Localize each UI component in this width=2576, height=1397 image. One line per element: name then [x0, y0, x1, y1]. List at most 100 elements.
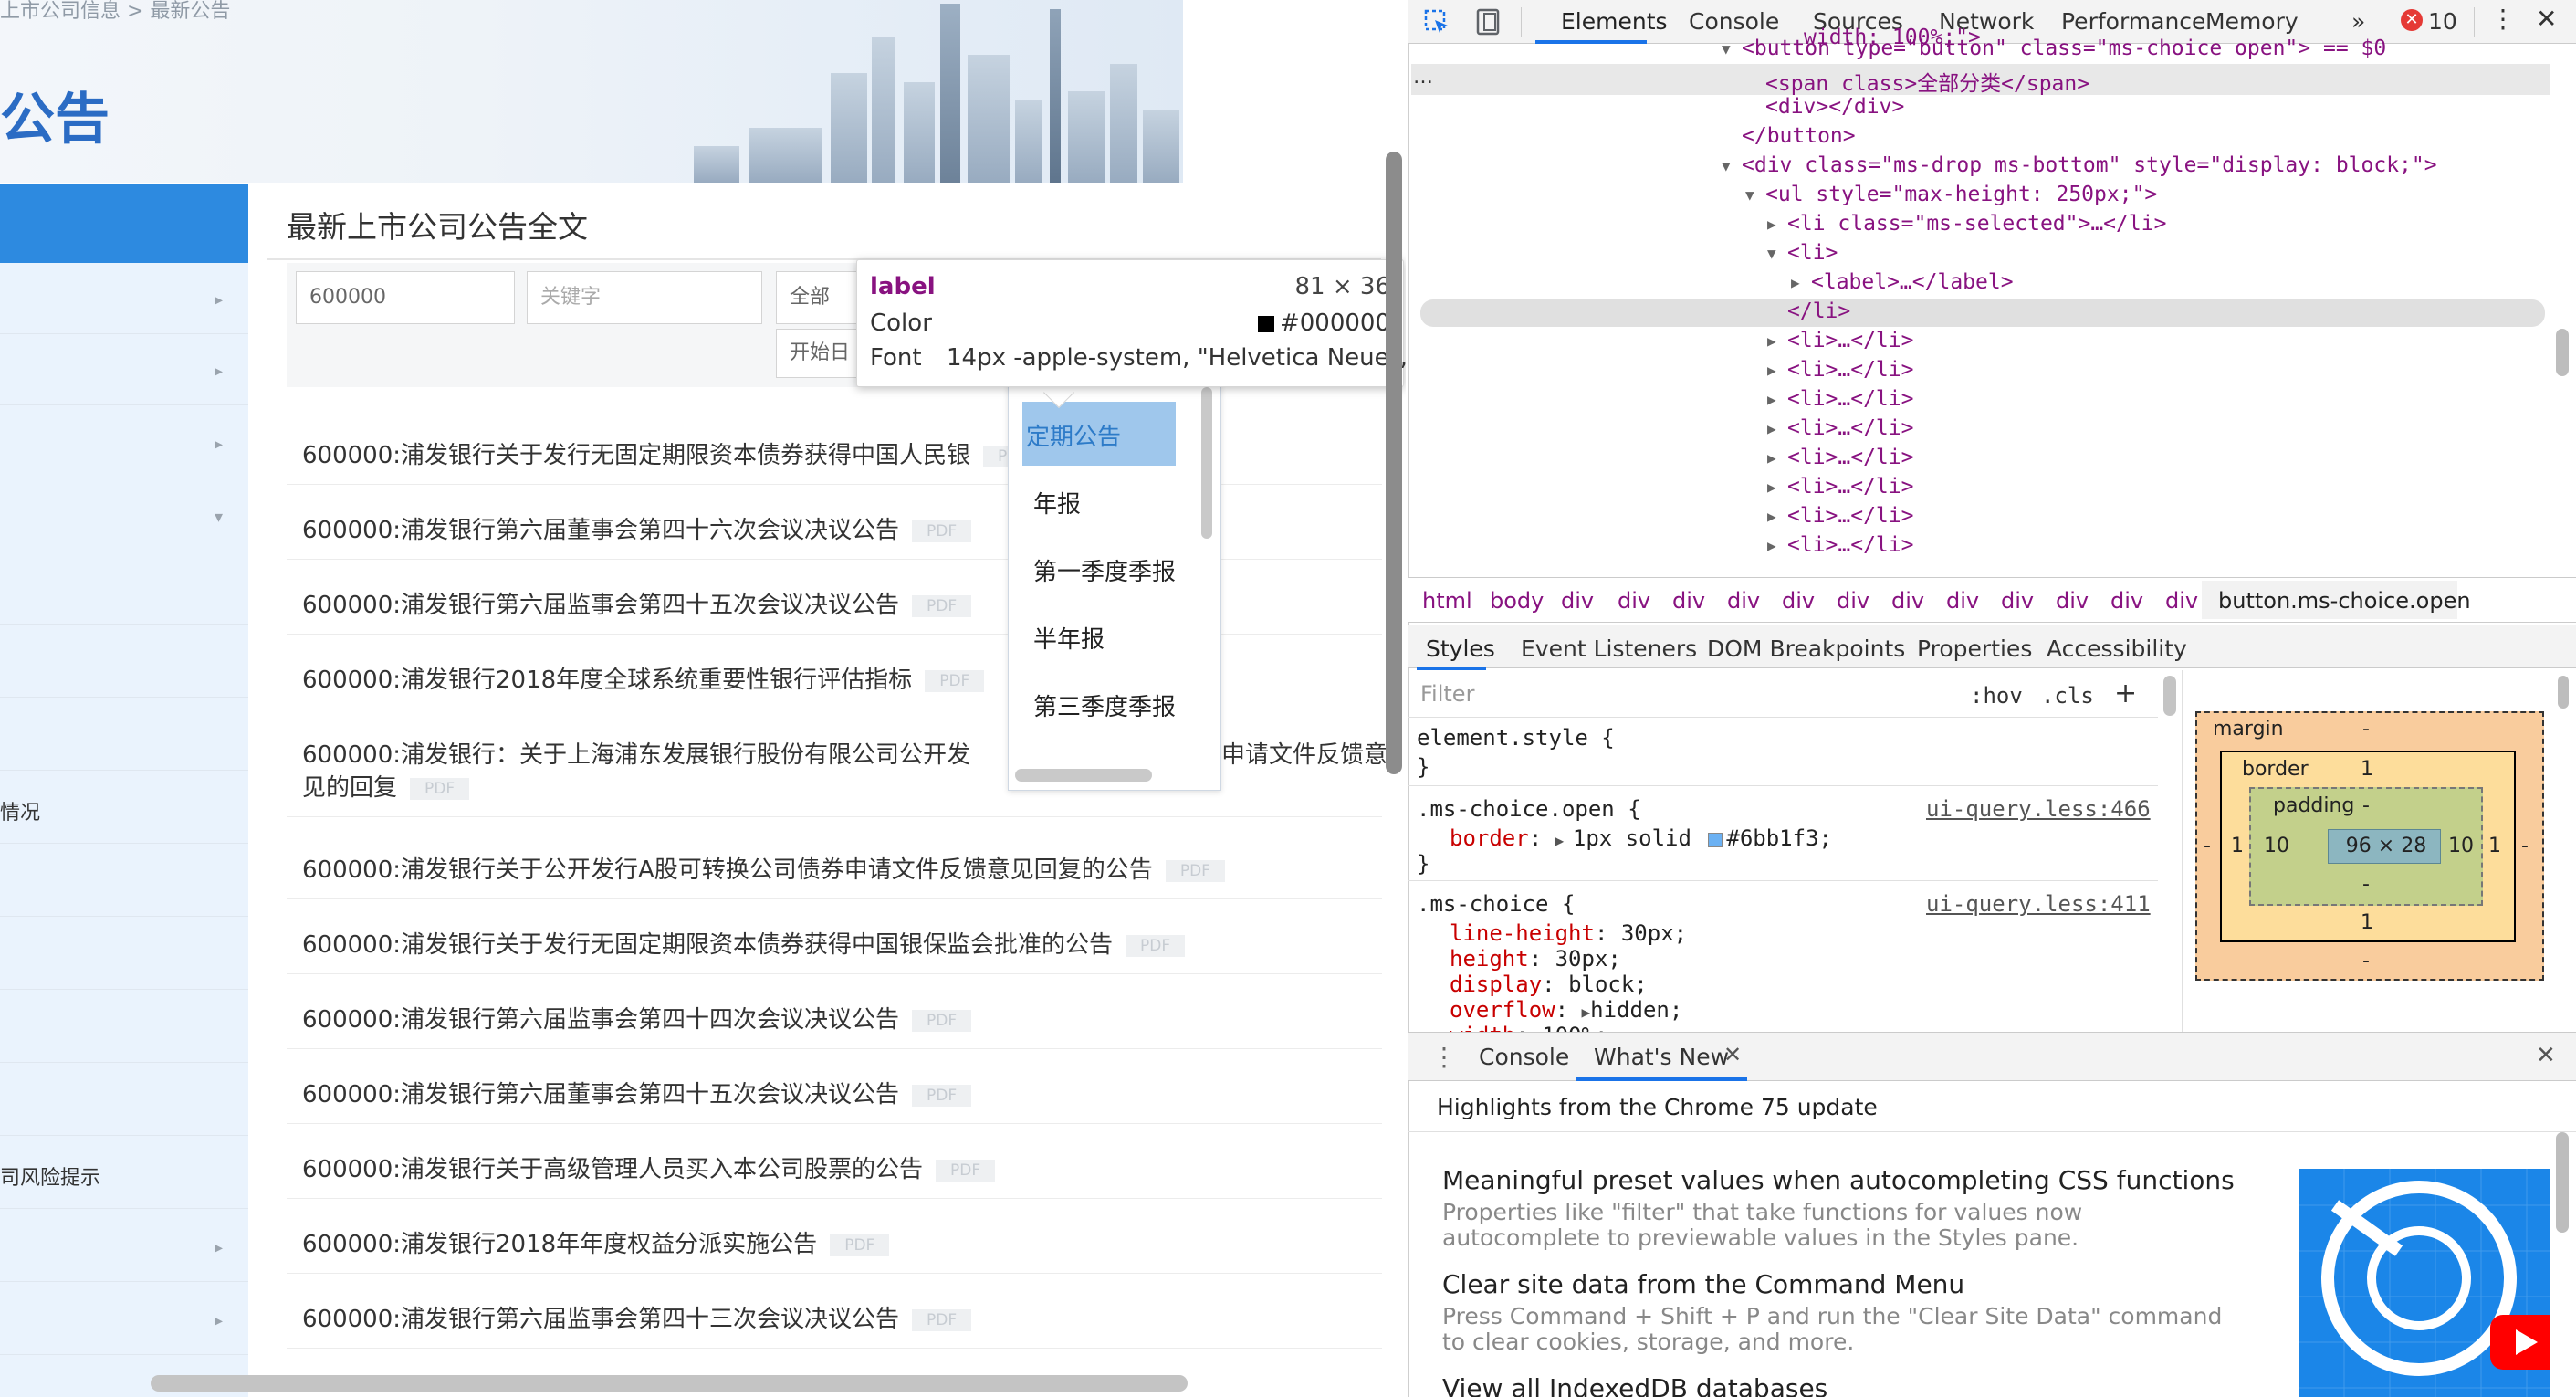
drawer-tab-console[interactable]: Console [1479, 1044, 1569, 1070]
expand-arrow-icon[interactable]: ▼ [1767, 245, 1776, 262]
nav-item[interactable] [0, 626, 248, 698]
css-selector[interactable]: .ms-choice { [1417, 891, 1575, 917]
nav-item[interactable] [0, 553, 248, 625]
color-swatch-icon[interactable] [1708, 833, 1723, 847]
news-title[interactable]: Clear site data from the Command Menu [1442, 1269, 1964, 1299]
dropdown-option[interactable]: 半年报 [1033, 621, 1105, 655]
styles-subtab[interactable]: Styles [1426, 635, 1495, 662]
css-declaration[interactable]: height: 30px; [1450, 946, 1621, 972]
close-tab-icon[interactable]: ✕ [1723, 1042, 1742, 1067]
expand-arrow-icon[interactable]: ▶ [1767, 332, 1776, 350]
pdf-badge[interactable]: PDF [925, 669, 985, 692]
devtools-tab[interactable]: Elements [1561, 8, 1668, 35]
css-declaration[interactable]: overflow: ▶hidden; [1450, 997, 1682, 1023]
cls-toggle[interactable]: .cls [2041, 683, 2094, 709]
announcement-link[interactable]: 600000:浦发银行第六届监事会第四十三次会议决议公告 PDF [302, 1300, 972, 1334]
announcement-link[interactable]: 600000:浦发银行第六届监事会第四十四次会议决议公告 PDF [302, 1001, 972, 1035]
expand-arrow-icon[interactable]: ▶ [1582, 1003, 1591, 1021]
announcement-link[interactable]: 600000:浦发银行：关于上海浦东发展银行股份有限公司公开发 [302, 736, 970, 770]
devtools-tab[interactable]: Console [1689, 8, 1779, 35]
dom-node[interactable]: </li> [1787, 299, 1850, 323]
dom-crumb[interactable]: div [1727, 588, 1760, 614]
news-title[interactable]: Meaningful preset values when autocomple… [1442, 1165, 2235, 1195]
dom-node[interactable]: </button> [1742, 124, 1856, 148]
error-count[interactable]: 10 [2428, 8, 2457, 35]
dom-crumb[interactable]: div [1618, 588, 1650, 614]
styles-subtab[interactable]: Properties [1917, 635, 2032, 662]
dom-node[interactable]: ▼ <button type="button" class="ms-choice … [1722, 37, 2386, 60]
expand-arrow-icon[interactable]: ▶ [1767, 391, 1776, 408]
dom-crumb[interactable]: body [1490, 588, 1544, 614]
devtools-tab[interactable]: Memory [2205, 8, 2299, 35]
announcement-link[interactable]: 600000:浦发银行关于公开发行A股可转换公司债券申请文件反馈意见回复的公告 P… [302, 851, 1225, 885]
expand-arrow-icon[interactable]: ▼ [1722, 157, 1731, 174]
css-declaration[interactable]: line-height: 30px; [1450, 920, 1687, 946]
announcement-title-tail[interactable]: 申请文件反馈意 [1221, 736, 1387, 770]
expand-arrow-icon[interactable]: ▶ [1767, 420, 1776, 437]
new-rule-button[interactable]: + [2114, 677, 2137, 709]
inspect-element-icon[interactable] [1424, 9, 1451, 37]
expand-arrow-icon[interactable]: ▶ [1767, 215, 1776, 233]
announcement-link[interactable]: 600000:浦发银行关于高级管理人员买入本公司股票的公告 PDF [302, 1150, 996, 1184]
start-date-input[interactable]: 开始日 [776, 329, 867, 378]
nav-item[interactable] [0, 846, 248, 917]
dom-crumb[interactable]: div [2056, 588, 2089, 614]
error-icon[interactable]: ✕ [2401, 9, 2423, 31]
dom-node[interactable]: ▶ <li>…</li> [1767, 533, 1913, 557]
styles-subtab[interactable]: DOM Breakpoints [1707, 635, 1905, 662]
expand-arrow-icon[interactable]: ▶ [1767, 508, 1776, 525]
announcement-link[interactable]: 600000:浦发银行第六届监事会第四十五次会议决议公告 PDF [302, 586, 972, 620]
page-vertical-scrollbar[interactable] [1386, 152, 1402, 774]
announcement-link[interactable]: 600000:浦发银行第六届董事会第四十六次会议决议公告 PDF [302, 511, 972, 545]
dom-node[interactable]: ▶ <li>…</li> [1767, 504, 1913, 528]
dom-node[interactable]: ▶ <li>…</li> [1767, 475, 1913, 499]
nav-item[interactable] [0, 1065, 248, 1136]
styles-subtab[interactable]: Accessibility [2047, 635, 2187, 662]
nav-item[interactable] [0, 699, 248, 771]
pdf-badge[interactable]: PDF [1126, 934, 1186, 957]
expand-arrow-icon[interactable]: ▶ [1791, 274, 1800, 291]
dom-node[interactable]: ▶ <li>…</li> [1767, 446, 1913, 469]
dropdown-scrollbar[interactable] [1201, 387, 1212, 539]
dom-crumb[interactable]: button.ms-choice.open [2218, 588, 2471, 614]
dom-crumb[interactable]: html [1422, 588, 1472, 614]
close-drawer-icon[interactable]: ✕ [2536, 1042, 2556, 1069]
dom-node[interactable]: <span class>全部分类</span> [1765, 66, 2089, 97]
expand-arrow-icon[interactable]: ▼ [1722, 40, 1731, 58]
keyword-input[interactable]: 关键字 [527, 271, 762, 324]
devtools-tab[interactable]: Performance [2061, 8, 2205, 35]
expand-arrow-icon[interactable]: ▶ [1767, 478, 1776, 496]
dom-node[interactable]: ▶ <li>…</li> [1767, 329, 1913, 352]
dom-node[interactable]: ▶ <label>…</label> [1791, 270, 2014, 294]
css-selector[interactable]: .ms-choice.open { [1417, 796, 1641, 822]
dom-crumb[interactable]: div [1672, 588, 1705, 614]
nav-item[interactable]: ▸ [0, 263, 248, 334]
page-horizontal-scrollbar[interactable] [151, 1375, 1188, 1392]
source-link[interactable]: ui-query.less:466 [1926, 796, 2151, 822]
announcement-title-line2[interactable]: 见的回复 PDF [302, 769, 470, 803]
dom-node[interactable]: ▶ <li>…</li> [1767, 416, 1913, 440]
source-link[interactable]: ui-query.less:411 [1926, 891, 2151, 917]
drawer-tab-whats-new[interactable]: What's New [1594, 1044, 1729, 1070]
dom-crumb[interactable]: div [1782, 588, 1815, 614]
dom-node[interactable]: ▼ <div class="ms-drop ms-bottom" style="d… [1722, 153, 2437, 177]
dropdown-option[interactable]: 第三季度季报 [1033, 688, 1176, 722]
pdf-badge[interactable]: PDF [912, 1084, 972, 1107]
announcement-link[interactable]: 600000:浦发银行关于发行无固定期限资本债券获得中国人民银PDF [302, 436, 1043, 470]
nav-item[interactable]: 情况 [0, 772, 248, 844]
dom-ellipsis-icon[interactable]: … [1413, 66, 1433, 89]
dom-crumb[interactable]: div [1946, 588, 1979, 614]
announcement-link[interactable]: 600000:浦发银行第六届董事会第四十五次会议决议公告 PDF [302, 1076, 972, 1109]
expand-arrow-icon[interactable]: ▶ [1767, 449, 1776, 467]
dom-crumb[interactable]: div [1837, 588, 1869, 614]
expand-arrow-icon[interactable]: ▶ [1555, 832, 1573, 849]
hov-toggle[interactable]: :hov [1970, 683, 2023, 709]
nav-item[interactable]: ▸ [0, 1284, 248, 1355]
dom-node[interactable]: <div></div> [1765, 95, 1904, 119]
nav-item[interactable]: ▸ [0, 1211, 248, 1282]
expand-arrow-icon[interactable]: ▶ [1767, 537, 1776, 554]
dom-crumb[interactable]: div [1891, 588, 1924, 614]
kebab-menu-icon[interactable]: ⋮ [2490, 4, 2516, 34]
pdf-badge[interactable]: PDF [912, 594, 972, 617]
announcement-link[interactable]: 600000:浦发银行2018年度全球系统重要性银行评估指标 PDF [302, 661, 985, 695]
